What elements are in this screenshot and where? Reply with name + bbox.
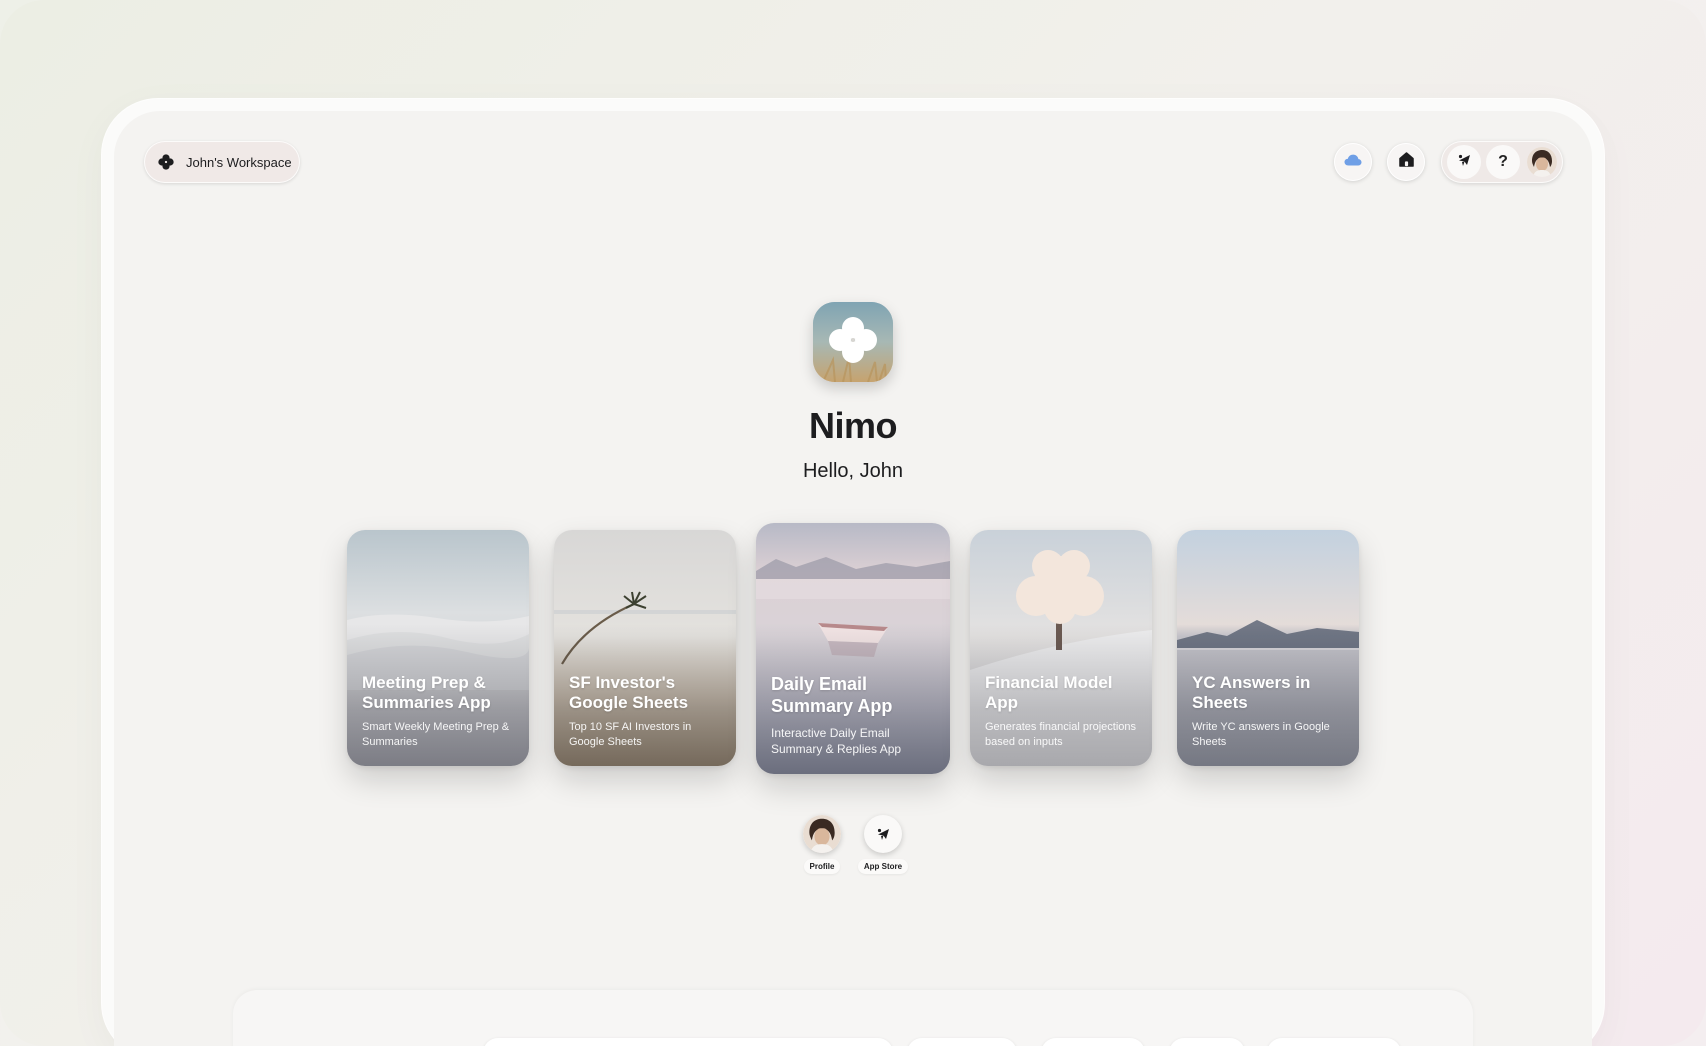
app-card-financial-model[interactable]: Financial Model App Generates financial … bbox=[970, 530, 1152, 766]
app-title: Nimo bbox=[809, 405, 898, 446]
app-card-daily-email[interactable]: Daily Email Summary App Interactive Dail… bbox=[756, 523, 950, 774]
card-description: Write YC answers in Google Sheets bbox=[1192, 721, 1330, 748]
dock-app-store[interactable]: App Store bbox=[853, 815, 913, 874]
card-title: Meeting Prep & Summaries App bbox=[362, 673, 491, 712]
bottom-panel bbox=[233, 990, 1473, 1046]
cloud-button[interactable] bbox=[1334, 143, 1372, 181]
user-avatar-button[interactable] bbox=[1525, 145, 1559, 179]
avatar bbox=[1527, 147, 1557, 177]
dock-label: App Store bbox=[857, 859, 909, 874]
app-card-meeting-prep[interactable]: Meeting Prep & Summaries App Smart Weekl… bbox=[347, 530, 529, 766]
card-description: Top 10 SF AI Investors in Google Sheets bbox=[569, 721, 692, 748]
card-title: Financial Model App bbox=[985, 673, 1113, 712]
search-input[interactable] bbox=[483, 1038, 893, 1046]
workspace-label: John's Workspace bbox=[186, 154, 292, 170]
home-button[interactable] bbox=[1387, 143, 1425, 181]
card-title: SF Investor's Google Sheets bbox=[569, 673, 689, 712]
dock-label: Profile bbox=[803, 859, 841, 874]
app-card-sf-investors[interactable]: SF Investor's Google Sheets Top 10 SF AI… bbox=[554, 530, 736, 766]
greeting: Hello, John bbox=[802, 460, 904, 482]
nimo-logo bbox=[813, 302, 893, 382]
dock-profile[interactable]: Profile bbox=[792, 815, 852, 874]
card-title: YC Answers in Sheets bbox=[1192, 673, 1311, 712]
help-icon: ? bbox=[1498, 153, 1508, 170]
card-description: Smart Weekly Meeting Prep & Summaries bbox=[362, 721, 510, 748]
cloud-icon bbox=[1344, 153, 1362, 171]
clover-icon bbox=[156, 152, 176, 172]
card-title: Daily Email Summary App bbox=[771, 674, 893, 716]
top-actions-group: ? bbox=[1441, 141, 1563, 183]
home-icon bbox=[1398, 152, 1414, 172]
card-description: Generates financial projections based on… bbox=[985, 721, 1137, 748]
app-card-yc-answers[interactable]: YC Answers in Sheets Write YC answers in… bbox=[1177, 530, 1359, 766]
app-store-icon bbox=[1456, 152, 1472, 173]
app-store-icon bbox=[864, 815, 902, 853]
help-button[interactable]: ? bbox=[1486, 145, 1520, 179]
filter-chip[interactable] bbox=[907, 1038, 1017, 1046]
avatar bbox=[803, 815, 841, 853]
filter-chip[interactable] bbox=[1041, 1038, 1145, 1046]
filter-chip[interactable] bbox=[1169, 1038, 1245, 1046]
app-store-button[interactable] bbox=[1447, 145, 1481, 179]
filter-chip[interactable] bbox=[1267, 1038, 1401, 1046]
workspace-switcher[interactable]: John's Workspace bbox=[144, 141, 300, 183]
card-description: Interactive Daily Email Summary & Replie… bbox=[771, 726, 902, 756]
